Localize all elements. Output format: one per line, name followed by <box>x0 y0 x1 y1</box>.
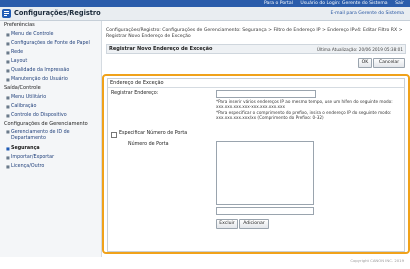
app-title: Configurações/Registro <box>14 9 101 17</box>
bullet-icon: ■ <box>6 68 10 73</box>
sidebar-item-control-menu[interactable]: ■ Menu de Controle <box>0 30 101 39</box>
sidebar-section-preferences: Preferências <box>4 22 35 28</box>
ok-button[interactable]: OK <box>358 58 372 68</box>
sidebar-item-print-quality[interactable]: ■ Qualidade da Impressão <box>0 66 101 75</box>
delete-button[interactable]: Excluir <box>216 219 238 229</box>
page-title: Registrar Novo Endereço de Exceção <box>109 46 213 52</box>
user-text: Usuário do Login: Gerente do Sistema <box>300 1 388 6</box>
bullet-icon: ■ <box>6 104 10 109</box>
sidebar-item-import-export[interactable]: ■ Importar/Exportar <box>0 153 101 162</box>
register-address-label: Registrar Endereço: <box>111 91 159 96</box>
portal-link[interactable]: Para o Portal <box>264 1 293 6</box>
sidebar-item-network[interactable]: ■ Rede <box>0 48 101 57</box>
sidebar-item-department-id[interactable]: ■ Gerenciamento de ID de Departamento <box>0 129 101 144</box>
port-input[interactable] <box>216 207 314 215</box>
hint-prefix: *Para especificar o comprimento do prefi… <box>216 110 392 120</box>
port-number-label: Número de Porta <box>128 142 169 147</box>
bullet-icon: ■ <box>6 95 10 100</box>
bullet-icon: ■ <box>6 59 10 64</box>
address-input[interactable] <box>216 90 316 98</box>
copyright: Copyright CANON INC. 2019 <box>350 258 404 263</box>
sidebar: Preferências ■ Menu de Controle ■ Configur… <box>0 21 102 257</box>
sidebar-item-layout[interactable]: ■ Layout <box>0 57 101 66</box>
header: Configurações/Registro E-mail para Geren… <box>0 7 410 21</box>
sidebar-item-calibration[interactable]: ■ Calibração <box>0 102 101 111</box>
breadcrumb: Configurações/Registro: Configurações de… <box>106 28 403 39</box>
top-bar: Para o Portal Usuário do Login: Gerente … <box>0 0 410 7</box>
sidebar-item-paper-source[interactable]: ■ Configurações de Fonte de Papel <box>0 39 101 48</box>
bullet-icon: ■ <box>6 146 10 151</box>
exception-address-section: Endereço de Exceção Registrar Endereço: … <box>107 78 405 252</box>
sidebar-item-device-control[interactable]: ■ Controle do Dispositivo <box>0 111 101 120</box>
sidebar-item-security[interactable]: ■ Segurança <box>0 144 101 153</box>
port-checkbox[interactable] <box>111 132 117 138</box>
bullet-icon: ■ <box>6 129 10 134</box>
cancel-button[interactable]: Cancelar <box>373 58 405 68</box>
sidebar-item-utility-menu[interactable]: ■ Menu Utilitário <box>0 93 101 102</box>
logout-link[interactable]: Sair <box>395 1 404 6</box>
bullet-icon: ■ <box>6 41 10 46</box>
bullet-icon: ■ <box>6 155 10 160</box>
sidebar-section-output: Saída/Controle <box>4 85 41 91</box>
sidebar-item-user-maintenance[interactable]: ■ Manutenção do Usuário <box>0 75 101 84</box>
settings-app-icon <box>2 9 11 18</box>
email-admin-link[interactable]: E-mail para Gerente do Sistema <box>331 11 404 16</box>
bullet-icon: ■ <box>6 164 10 169</box>
bullet-icon: ■ <box>6 32 10 37</box>
panel-header: Registrar Novo Endereço de Exceção Últim… <box>106 44 406 54</box>
sidebar-item-license[interactable]: ■ Licença/Outro <box>0 162 101 171</box>
sidebar-section-management: Configurações de Gerenciamento <box>4 121 88 127</box>
add-button[interactable]: Adicionar <box>239 219 269 229</box>
hint-range: *Para inserir vários endereços IP ao mes… <box>216 99 393 109</box>
section-title: Endereço de Exceção <box>110 80 164 86</box>
bullet-icon: ■ <box>6 113 10 118</box>
bullet-icon: ■ <box>6 77 10 82</box>
port-list[interactable] <box>216 141 314 205</box>
last-update: Última Atualização: 20/06 2019 05:38:01 <box>316 46 403 52</box>
bullet-icon: ■ <box>6 50 10 55</box>
port-checkbox-label: Especificar Número de Porta <box>119 131 188 136</box>
divider <box>108 87 404 88</box>
